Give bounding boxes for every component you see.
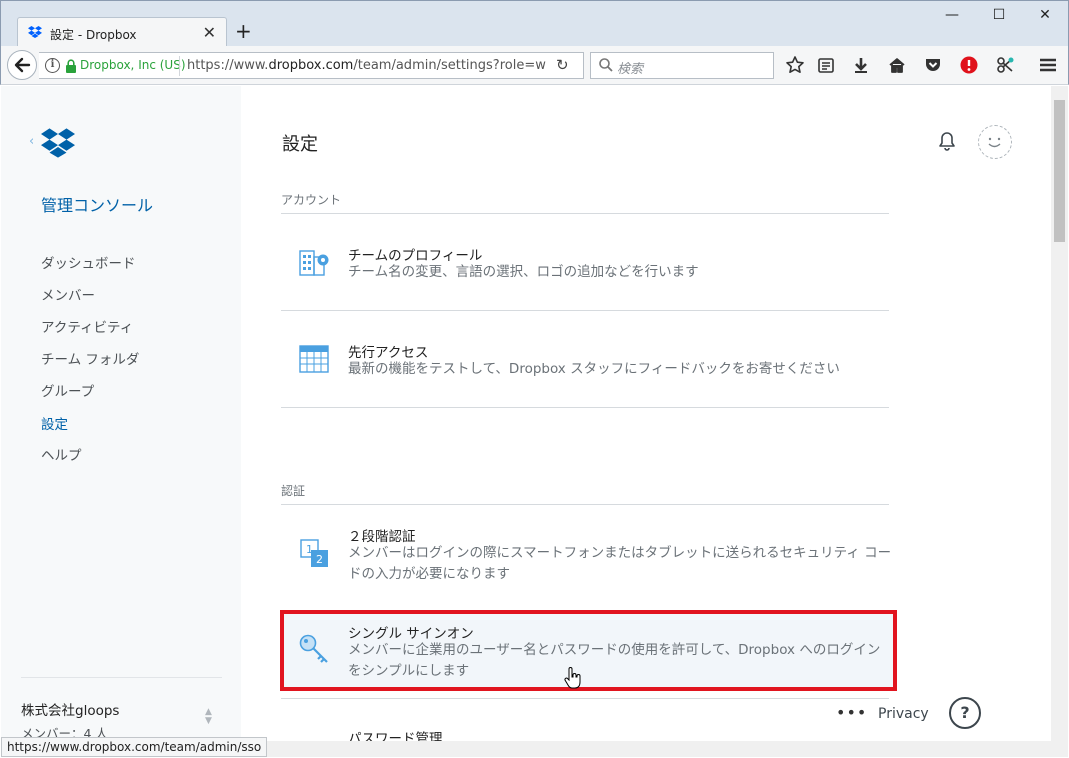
tab-close-icon[interactable]: ✕: [203, 23, 216, 42]
team-profile-desc: チーム名の変更、言語の選択、ロゴの追加などを行います: [348, 264, 699, 280]
tab-title: 設定 - Dropbox: [50, 28, 137, 42]
admin-console-title[interactable]: 管理コンソール: [41, 192, 153, 216]
item-divider: [281, 698, 889, 699]
sso-desc: メンバーに企業用のユーザー名とパスワードの使用を許可して、Dropbox へのロ…: [348, 642, 881, 679]
url-path: /team/admin/settings?role=w: [353, 58, 546, 73]
download-icon[interactable]: [850, 54, 872, 76]
more-options-icon[interactable]: •••: [836, 703, 867, 722]
sidebar-item-help[interactable]: ヘルプ: [41, 444, 82, 464]
sidebar-item-settings[interactable]: 設定: [41, 413, 68, 433]
url-bar[interactable]: i Dropbox, Inc (US) https://www.dropbox.…: [39, 52, 584, 79]
sidebar-item-team-folders[interactable]: チーム フォルダ: [41, 348, 139, 368]
early-access-title[interactable]: 先行アクセス: [348, 341, 428, 361]
status-bar-url: https://www.dropbox.com/team/admin/sso: [1, 737, 268, 757]
account-switch-icon[interactable]: ▲ ▼: [205, 708, 212, 726]
notification-bell-icon[interactable]: [936, 130, 958, 152]
sidebar-item-members[interactable]: メンバー: [41, 284, 95, 304]
avatar[interactable]: [978, 125, 1012, 159]
help-button[interactable]: ?: [949, 697, 981, 729]
browser-titlebar: 設定 - Dropbox ✕ + — ☐ ✕: [0, 0, 1069, 48]
url-host: dropbox.com: [268, 58, 354, 73]
svg-text:2: 2: [316, 553, 323, 566]
browser-navbar: i Dropbox, Inc (US) https://www.dropbox.…: [0, 46, 1069, 85]
search-icon: [599, 58, 613, 72]
reading-list-icon[interactable]: [815, 54, 837, 76]
sidebar-item-dashboard[interactable]: ダッシュボード: [41, 252, 136, 272]
pocket-icon[interactable]: [922, 54, 944, 76]
admin-sidebar: ‹ 管理コンソール ダッシュボード メンバー アクティビティ チーム フォルダ …: [1, 86, 241, 741]
extension-tool-icon[interactable]: [994, 54, 1016, 76]
smiley-face-icon: [988, 137, 1001, 148]
back-arrow-icon: [14, 57, 31, 73]
privacy-link[interactable]: Privacy: [878, 706, 929, 722]
section-end-divider: [281, 407, 889, 408]
info-icon[interactable]: i: [45, 58, 60, 73]
url-host-prefix: https://www.: [187, 58, 269, 73]
two-step-title[interactable]: ２段階認証: [348, 525, 416, 545]
team-profile-icon: [299, 250, 329, 276]
two-step-verification-icon: 1 2: [300, 539, 328, 567]
back-chevron-icon[interactable]: ‹: [29, 134, 34, 149]
window-close-button[interactable]: ✕: [1022, 7, 1068, 29]
search-bar[interactable]: 検索: [590, 52, 774, 79]
sidebar-item-activity[interactable]: アクティビティ: [41, 316, 133, 336]
calendar-icon: [299, 345, 329, 373]
lock-icon: [66, 59, 76, 73]
browser-tab[interactable]: 設定 - Dropbox ✕: [17, 17, 227, 48]
sidebar-item-groups[interactable]: グループ: [41, 380, 94, 400]
item-divider: [281, 310, 889, 311]
reload-icon[interactable]: ↻: [556, 56, 569, 74]
vertical-scroll-thumb[interactable]: [1054, 100, 1065, 242]
sso-title[interactable]: シングル サインオン: [348, 622, 474, 642]
company-name[interactable]: 株式会社gloops: [21, 699, 119, 719]
section-divider: [281, 504, 889, 505]
extension-red-icon[interactable]: [958, 54, 980, 76]
section-heading-auth: 認証: [281, 484, 306, 498]
url-separator: [179, 56, 180, 76]
bookmark-star-icon[interactable]: [784, 54, 806, 76]
two-step-desc: メンバーはログインの際にスマートフォンまたはタブレットに送られるセキュリティ コ…: [348, 545, 892, 582]
search-placeholder: 検索: [617, 62, 644, 77]
home-icon[interactable]: [886, 54, 908, 76]
section-divider: [281, 213, 889, 214]
early-access-desc: 最新の機能をテストして、Dropbox スタッフにフィードバックをお寄せください: [348, 361, 840, 377]
page-title: 設定: [282, 134, 318, 155]
hand-cursor-icon: [564, 667, 581, 689]
maximize-button[interactable]: ☐: [976, 7, 1022, 29]
hamburger-menu-icon[interactable]: [1037, 54, 1059, 76]
dropbox-logo-icon[interactable]: [41, 128, 75, 158]
key-icon: [299, 634, 328, 663]
section-heading-account: アカウント: [281, 193, 342, 207]
minimize-button[interactable]: —: [929, 7, 975, 29]
url-text[interactable]: https://www.dropbox.com/team/admin/setti…: [187, 58, 547, 73]
vertical-scrollbar[interactable]: [1051, 86, 1068, 741]
back-button[interactable]: [7, 50, 37, 80]
new-tab-button[interactable]: +: [235, 19, 252, 43]
sidebar-divider: [21, 677, 222, 678]
dropbox-favicon-icon: [28, 26, 42, 38]
site-identity[interactable]: Dropbox, Inc (US): [80, 58, 186, 72]
team-profile-title[interactable]: チームのプロフィール: [348, 244, 482, 264]
